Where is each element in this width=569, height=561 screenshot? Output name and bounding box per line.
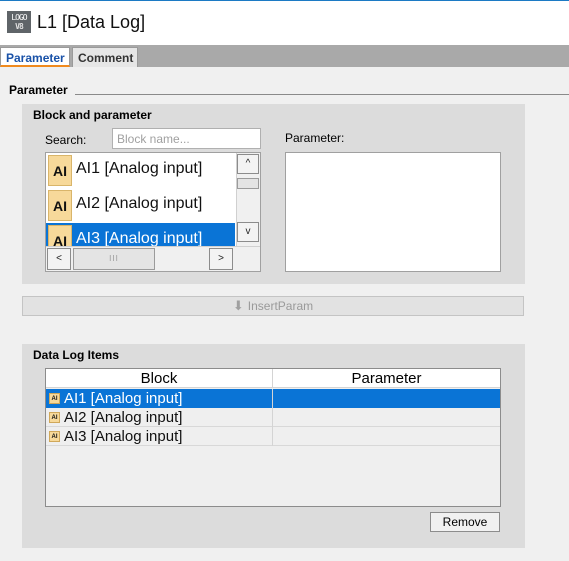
window-title: L1 [Data Log] [37, 12, 146, 32]
arrow-down-icon: ⬇ [232, 298, 244, 313]
cell-block: AI AI1 [Analog input] [46, 389, 273, 408]
grip-icon: III [109, 254, 119, 263]
search-label: Search: [45, 133, 87, 147]
column-header-block[interactable]: Block [46, 369, 273, 388]
data-log-panel: Data Log Items Block Parameter AI AI1 [A… [22, 344, 525, 548]
data-log-table[interactable]: Block Parameter AI AI1 [Analog input] AI… [45, 368, 501, 507]
row-block-label: AI2 [Analog input] [64, 409, 183, 426]
insert-param-label: InsertParam [247, 299, 314, 313]
section-title-parameter: Parameter [9, 83, 68, 97]
block-list-item-ai2[interactable]: AI AI2 [Analog input] [46, 188, 235, 223]
chevron-right-icon: > [218, 253, 224, 264]
table-row[interactable]: AI AI2 [Analog input] [46, 408, 500, 427]
horizontal-scroll-thumb[interactable]: III [73, 248, 155, 270]
chevron-up-icon: ^ [245, 158, 251, 169]
table-row[interactable]: AI AI1 [Analog input] [46, 389, 500, 408]
analog-input-icon: AI [49, 431, 60, 442]
scroll-right-button[interactable]: > [209, 248, 233, 270]
remove-button[interactable]: Remove [430, 512, 500, 532]
parameter-label: Parameter: [285, 131, 345, 145]
table-row[interactable]: AI AI3 [Analog input] [46, 427, 500, 446]
cell-parameter [273, 389, 500, 408]
tab-strip: Parameter Comment [0, 45, 569, 67]
column-header-parameter[interactable]: Parameter [273, 369, 500, 388]
analog-input-icon: AI [49, 412, 60, 423]
cell-block: AI AI3 [Analog input] [46, 427, 273, 446]
parameter-list[interactable] [285, 152, 501, 272]
vertical-scrollbar[interactable]: ^ v [236, 153, 260, 246]
table-header: Block Parameter [46, 369, 500, 388]
insert-param-button[interactable]: ⬇ InsertParam [22, 296, 524, 316]
chevron-left-icon: < [56, 253, 62, 264]
block-list-item-ai1[interactable]: AI AI1 [Analog input] [46, 153, 235, 188]
logo-bottom-text: V8 [15, 22, 24, 31]
scroll-left-button[interactable]: < [47, 248, 71, 270]
section-divider [75, 94, 569, 95]
cell-parameter [273, 408, 500, 427]
chevron-down-icon: v [245, 226, 251, 237]
block-list[interactable]: AI AI1 [Analog input] AI AI2 [Analog inp… [45, 152, 261, 272]
cell-block: AI AI2 [Analog input] [46, 408, 273, 427]
analog-input-icon: AI [49, 393, 60, 404]
data-log-panel-title: Data Log Items [33, 348, 120, 362]
scroll-down-button[interactable]: v [237, 222, 259, 242]
horizontal-scrollbar[interactable]: < III > [46, 246, 260, 271]
tab-parameter[interactable]: Parameter [0, 47, 70, 67]
logo-icon: LOGO V8 [7, 11, 31, 33]
vertical-scroll-thumb[interactable] [237, 178, 259, 189]
row-block-label: AI3 [Analog input] [64, 428, 183, 445]
row-block-label: AI1 [Analog input] [64, 390, 183, 407]
search-input[interactable] [112, 128, 261, 149]
block-item-label: AI2 [Analog input] [76, 195, 203, 212]
scroll-up-button[interactable]: ^ [237, 154, 259, 174]
block-panel-title: Block and parameter [33, 108, 152, 122]
block-item-label: AI1 [Analog input] [76, 160, 203, 177]
title-bar: LOGO V8 L1 [Data Log] [0, 0, 569, 45]
block-parameter-panel: Block and parameter Search: Parameter: A… [22, 104, 525, 284]
tab-comment[interactable]: Comment [72, 47, 138, 67]
logo-top-text: LOGO [11, 13, 27, 22]
cell-parameter [273, 427, 500, 446]
analog-input-icon: AI [48, 190, 72, 221]
analog-input-icon: AI [48, 155, 72, 186]
